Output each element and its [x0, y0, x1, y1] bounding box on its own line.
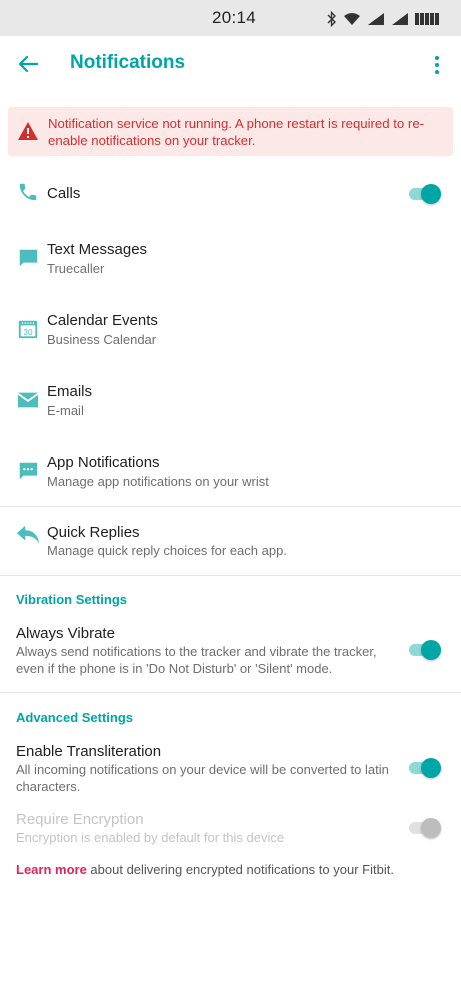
transliteration-toggle[interactable] — [409, 757, 441, 779]
status-time: 20:14 — [212, 8, 257, 27]
reply-icon — [16, 522, 40, 546]
transliteration-row[interactable]: Enable Transliteration All incoming noti… — [0, 742, 461, 798]
text-messages-row[interactable]: Text Messages Truecaller — [0, 236, 461, 286]
always-vibrate-toggle[interactable] — [409, 639, 441, 661]
warning-banner: Notification service not running. A phon… — [8, 107, 453, 156]
wifi-icon — [344, 13, 360, 25]
emails-row[interactable]: Emails E-mail — [0, 378, 461, 428]
always-vibrate-label: Always Vibrate — [16, 625, 115, 642]
calendar-events-label: Calendar Events — [47, 312, 158, 329]
app-notifications-subtitle: Manage app notifications on your wrist — [47, 474, 269, 489]
quick-replies-label: Quick Replies — [47, 524, 140, 541]
calls-toggle[interactable] — [409, 183, 441, 205]
more-vertical-icon — [435, 56, 439, 60]
divider — [0, 692, 461, 693]
require-encryption-row: Require Encryption Encryption is enabled… — [0, 810, 461, 850]
status-icons — [327, 10, 443, 28]
phone-icon — [16, 180, 40, 204]
email-icon — [16, 388, 40, 412]
require-encryption-label: Require Encryption — [16, 811, 144, 828]
svg-text:30: 30 — [23, 328, 33, 337]
app-notification-icon — [16, 459, 40, 483]
app-bar: Notifications — [0, 36, 461, 92]
learn-more-text: Learn more about delivering encrypted no… — [16, 862, 394, 877]
divider — [0, 506, 461, 507]
calls-row[interactable]: Calls — [0, 172, 461, 216]
quick-replies-subtitle: Manage quick reply choices for each app. — [47, 543, 287, 558]
app-notifications-row[interactable]: App Notifications Manage app notificatio… — [0, 449, 461, 499]
app-notifications-label: App Notifications — [47, 454, 160, 471]
calendar-events-subtitle: Business Calendar — [47, 332, 157, 347]
emails-subtitle: E-mail — [47, 403, 84, 418]
text-messages-label: Text Messages — [47, 241, 148, 258]
learn-more-description: about delivering encrypted notifications… — [86, 862, 394, 877]
always-vibrate-row[interactable]: Always Vibrate Always send notifications… — [0, 624, 461, 680]
battery-icon — [415, 13, 439, 25]
always-vibrate-description: Always send notifications to the tracker… — [16, 644, 377, 676]
arrow-left-icon — [18, 55, 38, 73]
emails-label: Emails — [47, 383, 93, 400]
quick-replies-row[interactable]: Quick Replies Manage quick reply choices… — [0, 519, 461, 569]
transliteration-label: Enable Transliteration — [16, 743, 162, 760]
signal-icon — [368, 13, 384, 25]
signal-icon-2 — [392, 13, 408, 25]
warning-text: Notification service not running. A phon… — [48, 116, 425, 148]
status-bar: 20:14 — [0, 0, 461, 36]
more-options-button[interactable] — [427, 52, 447, 78]
learn-more-link[interactable]: Learn more — [16, 862, 87, 877]
require-encryption-toggle — [409, 817, 441, 839]
page-title: Notifications — [70, 52, 186, 73]
advanced-settings-header: Advanced Settings — [16, 710, 134, 725]
warning-icon — [18, 122, 38, 140]
calendar-icon: 30 — [16, 317, 40, 341]
calendar-events-row[interactable]: 30 Calendar Events Business Calendar — [0, 307, 461, 357]
divider — [0, 575, 461, 576]
message-icon — [16, 246, 40, 270]
calls-label: Calls — [47, 185, 81, 202]
bluetooth-icon — [327, 11, 336, 27]
back-button[interactable] — [14, 50, 42, 78]
text-messages-subtitle: Truecaller — [47, 261, 105, 276]
transliteration-description: All incoming notifications on your devic… — [16, 762, 389, 794]
require-encryption-description: Encryption is enabled by default for thi… — [16, 830, 285, 845]
vibration-settings-header: Vibration Settings — [16, 592, 127, 607]
